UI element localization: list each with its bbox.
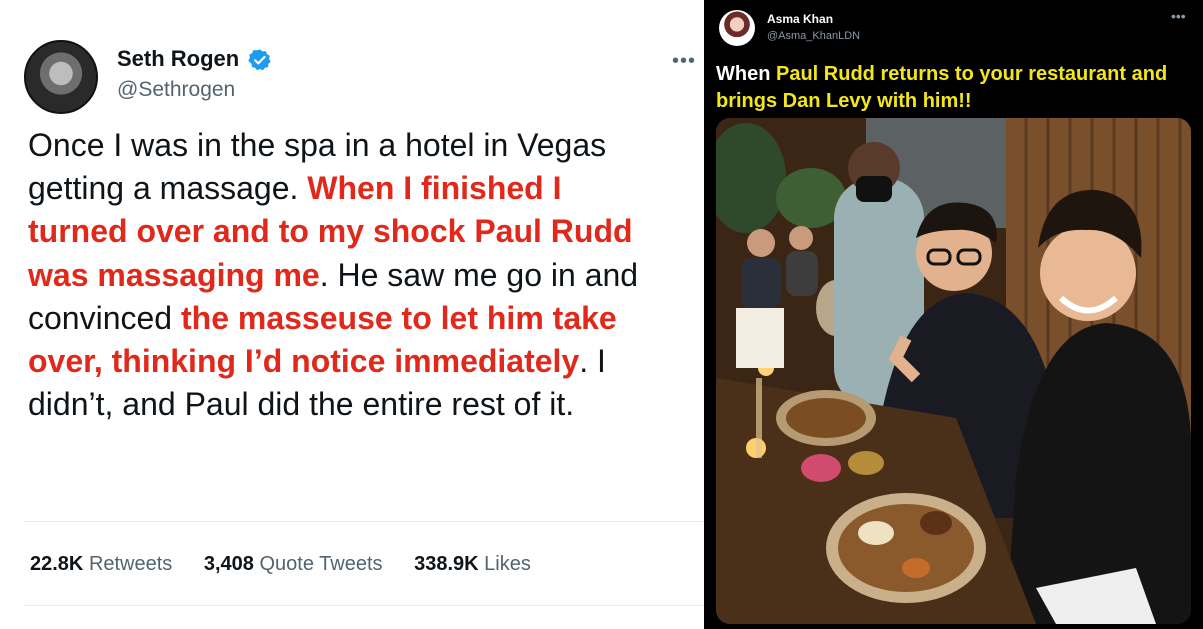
avatar[interactable] bbox=[24, 40, 98, 114]
more-options-icon[interactable]: ••• bbox=[1171, 8, 1186, 24]
left-tweet-card: Seth Rogen @Sethrogen ••• Once I was in … bbox=[0, 0, 704, 629]
right-tweet-card: Asma Khan @Asma_KhanLDN ••• When Paul Ru… bbox=[704, 0, 1203, 629]
likes-count: 338.9K bbox=[414, 553, 479, 575]
caption-highlight: Paul Rudd returns to your restaurant and… bbox=[716, 63, 1168, 112]
quote-tweets-label: Quote Tweets bbox=[259, 553, 383, 575]
author-handle[interactable]: @Asma_KhanLDN bbox=[767, 30, 860, 42]
author-name[interactable]: Asma Khan bbox=[767, 12, 833, 26]
divider bbox=[24, 521, 704, 522]
verified-badge-icon bbox=[248, 49, 271, 71]
more-options-icon[interactable]: ••• bbox=[672, 50, 696, 73]
likes-label: Likes bbox=[484, 553, 531, 575]
tweet-text: Once I was in the spa in a hotel in Vega… bbox=[28, 124, 668, 426]
author-handle[interactable]: @Sethrogen bbox=[117, 78, 235, 102]
quote-tweets-count: 3,408 bbox=[203, 553, 254, 575]
tweet-photo[interactable] bbox=[716, 118, 1191, 624]
likes-stat[interactable]: 338.9K Likes bbox=[414, 553, 531, 575]
tweet-stats: 22.8K Retweets 3,408 Quote Tweets 338.9K… bbox=[30, 553, 557, 576]
retweets-label: Retweets bbox=[88, 553, 173, 575]
retweets-count: 22.8K bbox=[30, 553, 84, 575]
author-name[interactable]: Seth Rogen bbox=[117, 46, 239, 72]
restaurant-photo-illustration bbox=[716, 118, 1191, 624]
caption-prefix: When bbox=[716, 63, 776, 85]
avatar[interactable] bbox=[719, 10, 755, 46]
quote-tweets-stat[interactable]: 3,408 Quote Tweets bbox=[204, 553, 383, 575]
tweet-caption: When Paul Rudd returns to your restauran… bbox=[716, 61, 1196, 115]
divider bbox=[24, 605, 704, 606]
retweets-stat[interactable]: 22.8K Retweets bbox=[30, 553, 172, 575]
